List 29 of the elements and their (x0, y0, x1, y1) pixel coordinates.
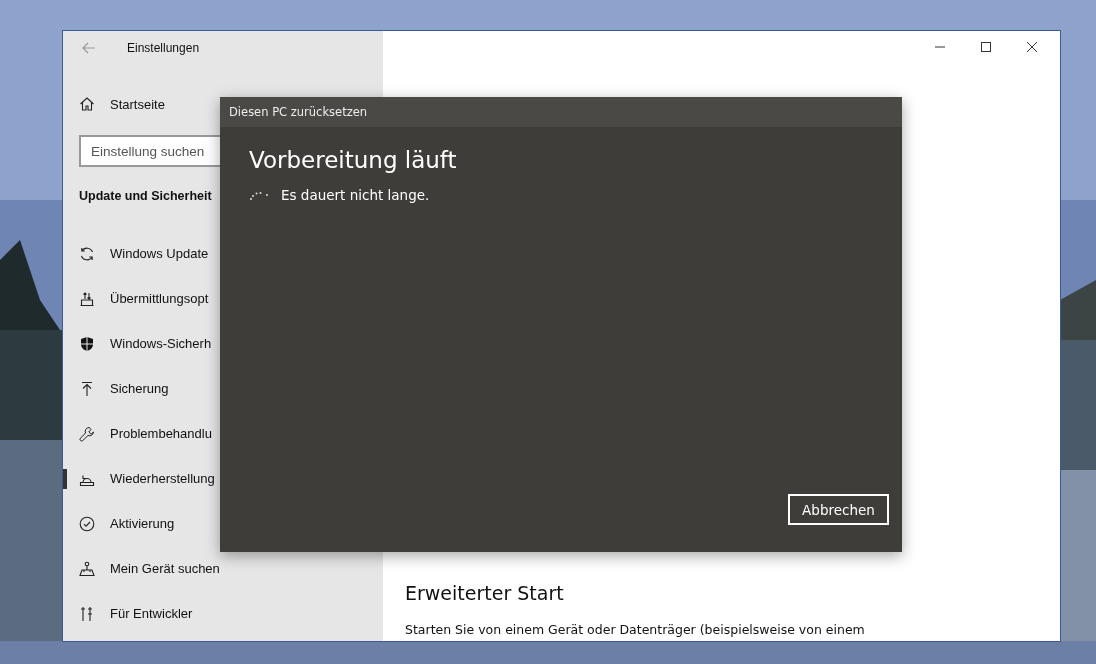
status-text: Es dauert nicht lange. (281, 187, 430, 203)
wrench-icon (79, 425, 95, 442)
sidebar-item[interactable]: Übermittlungsopt (63, 276, 209, 321)
home-icon (79, 96, 95, 112)
sidebar-item[interactable]: Sicherung (63, 366, 169, 411)
sidebar-item[interactable]: Problembehandlu (63, 411, 212, 456)
section-heading: Update und Sicherheit (79, 188, 212, 205)
home-nav-item[interactable]: Startseite (63, 87, 165, 121)
shield-icon (79, 335, 95, 352)
upload-tray-icon (79, 290, 95, 307)
sidebar-item[interactable]: Windows-Sicherh (63, 321, 212, 366)
sidebar-item[interactable]: Für Entwickler (63, 591, 193, 636)
window-title: Einstellungen (127, 41, 200, 55)
check-circle-icon (79, 515, 95, 532)
refresh-icon (79, 245, 95, 262)
sidebar-item[interactable]: Wiederherstellung (63, 456, 215, 501)
sidebar-item[interactable]: Aktivierung (63, 501, 175, 546)
tools-icon (79, 605, 95, 622)
cancel-button[interactable]: Abbrechen (788, 494, 889, 525)
dialog-title: Diesen PC zurücksetzen (220, 97, 902, 127)
close-icon[interactable] (1026, 41, 1038, 53)
spinner-icon (249, 190, 269, 200)
sidebar-item[interactable]: Windows Update (63, 231, 209, 276)
section-title: Erweiterter Start (405, 582, 565, 604)
sidebar-item[interactable]: Mein Gerät suchen (63, 546, 220, 591)
person-pin-icon (79, 560, 95, 577)
maximize-icon[interactable] (980, 41, 992, 53)
arrow-up-icon (79, 380, 95, 397)
section-text: Starten Sie von einem Gerät oder Datenträger (beispielsweise von einem (405, 622, 866, 637)
